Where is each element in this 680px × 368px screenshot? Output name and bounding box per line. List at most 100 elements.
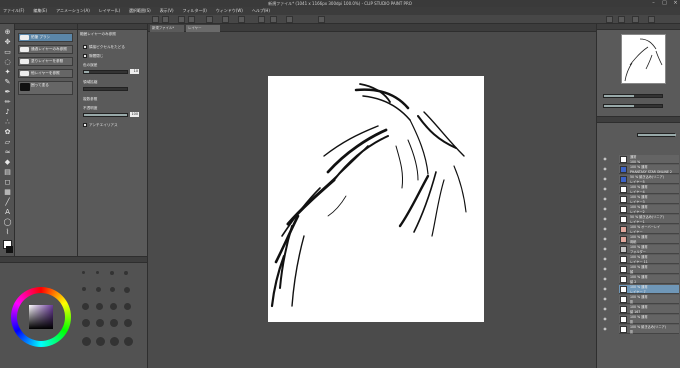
balloon-icon[interactable]: ◯ [3,218,12,226]
size-swatch[interactable] [96,319,104,327]
option-row[interactable]: 隣接ピクセルをたどる [83,44,145,51]
size-swatch[interactable] [124,337,133,346]
visibility-eye-icon[interactable]: ◉ [602,226,608,232]
menu-item-help[interactable]: ヘルプ(H) [252,8,270,14]
visibility-eye-icon[interactable]: ◉ [602,206,608,212]
layer-row[interactable]: 100 % 通常 レイヤー 7 [619,285,679,294]
ruler-tool-icon[interactable]: ╱ [3,198,12,206]
opacity-slider[interactable] [83,113,128,117]
menu-item-animation[interactable]: アニメーション(A) [56,8,90,14]
layer-row[interactable]: 100 % 通常 レイヤー3 [619,195,679,204]
lasso-tool-icon[interactable]: ◌ [3,58,12,66]
opacity-value[interactable]: 100 [130,112,139,117]
eyedropper-icon[interactable]: ✎ [3,78,12,86]
visibility-eye-icon[interactable]: ◉ [602,186,608,192]
zoom-slider[interactable] [603,94,663,98]
size-swatch[interactable] [82,287,86,291]
rotation-slider[interactable] [603,104,663,108]
size-swatch[interactable] [124,303,131,310]
material-icon[interactable] [318,16,325,23]
subtool-tab[interactable] [15,24,77,30]
visibility-eye-icon[interactable]: ◉ [602,266,608,272]
transform-icon[interactable] [222,16,229,23]
eraser-icon[interactable]: ▱ [3,138,12,146]
redo-icon[interactable] [188,16,195,23]
layout-icon[interactable] [648,16,655,23]
size-swatch[interactable] [110,303,117,310]
layer-row[interactable]: 100 % 通常 用紙 [619,235,679,244]
layer-row[interactable]: 100 % 通常 レイヤー2 [619,205,679,214]
menu-item-selection[interactable]: 選択範囲(S) [129,8,151,14]
visibility-eye-icon[interactable]: ◉ [602,196,608,202]
brush-size-tab[interactable] [78,257,147,263]
checkbox[interactable] [83,123,87,127]
grid-icon[interactable] [270,16,277,23]
minimize-icon[interactable]: – [651,1,656,6]
visibility-eye-icon[interactable]: ◉ [602,286,608,292]
subtool-item[interactable]: 鉛筆 ブラシ [18,33,73,42]
frame-icon[interactable]: ▦ [3,188,12,196]
layer-row[interactable]: 100 % 通常 レイヤー4 [619,185,679,194]
size-swatch[interactable] [82,303,89,310]
drawing-canvas[interactable] [268,76,484,322]
visibility-eye-icon[interactable]: ◉ [602,276,608,282]
size-swatch[interactable] [82,271,85,274]
document-tab[interactable]: 新規ファイル* [150,25,184,32]
panel-icon[interactable] [606,16,613,23]
layer-row[interactable]: 100 % オーバーレイ レイヤー [619,225,679,234]
visibility-eye-icon[interactable]: ◉ [602,316,608,322]
visibility-eye-icon[interactable]: ◉ [602,216,608,222]
tolerance-slider[interactable] [83,70,128,74]
size-swatch[interactable] [124,287,130,293]
size-swatch[interactable] [124,319,132,327]
layer-row[interactable]: 100 % 通常 髪 2 [619,275,679,284]
visibility-eye-icon[interactable]: ◉ [602,156,608,162]
blend-icon[interactable]: ≈ [3,148,12,156]
area-scaling-slider[interactable] [83,87,128,91]
navigator-tab[interactable] [597,24,680,30]
layer-row[interactable]: 100 % 通常 影 [619,295,679,304]
ruler-icon[interactable] [258,16,265,23]
select-tool-icon[interactable]: ▭ [3,48,12,56]
visibility-eye-icon[interactable]: ◉ [602,176,608,182]
brush-tool-icon[interactable]: ♪ [3,108,12,116]
size-swatch[interactable] [82,337,91,346]
subtool-item[interactable]: 塗りレイヤーを参照 [18,57,73,66]
pencil-tool-icon[interactable]: ✏ [3,98,12,106]
layer-row[interactable]: 通常 100 % [619,155,679,164]
visibility-eye-icon[interactable]: ◉ [602,296,608,302]
navigator-preview[interactable] [621,34,666,84]
layer-row[interactable]: 100 % 通常 髪 167 [619,305,679,314]
pen-tool-icon[interactable]: ✒ [3,88,12,96]
magic-wand-icon[interactable]: ✦ [3,68,12,76]
option-row[interactable]: 隙間閉じ [83,53,145,60]
menu-item-file[interactable]: ファイル(F) [3,8,24,14]
size-swatch[interactable] [124,271,128,275]
size-swatch[interactable] [96,271,99,274]
figure-icon[interactable]: ◻ [3,178,12,186]
size-swatch[interactable] [110,287,115,292]
tolerance-value[interactable]: 10 [130,69,139,74]
layer-row[interactable]: 100 % 通常 影 [619,315,679,324]
layer-row[interactable]: 100 % 焼き込み(リニア) 影 [619,325,679,334]
snap-icon[interactable] [238,16,245,23]
visibility-eye-icon[interactable]: ◉ [602,306,608,312]
visibility-eye-icon[interactable]: ◉ [602,246,608,252]
undo-icon[interactable] [178,16,185,23]
visibility-eye-icon[interactable]: ◉ [602,326,608,332]
text-tool-icon[interactable]: A [3,208,12,216]
size-swatch[interactable] [96,287,101,292]
visibility-eye-icon[interactable]: ◉ [602,256,608,262]
canvas-area[interactable] [148,32,596,368]
size-swatch[interactable] [82,319,90,327]
correction-icon[interactable]: ⌇ [3,228,12,236]
menu-item-layer[interactable]: レイヤー(L) [99,8,120,14]
clear-icon[interactable] [206,16,213,23]
size-swatch[interactable] [110,271,114,275]
sync-icon[interactable] [618,16,625,23]
layer-row[interactable]: 50 % 焼き込み(リニア) レイヤー1 [619,215,679,224]
layer-opacity-slider[interactable] [637,133,676,137]
zoom-tool-icon[interactable]: ⊕ [3,28,12,36]
tool-property-tab[interactable] [78,24,147,30]
option-row[interactable]: アンチエイリアス [83,122,145,129]
